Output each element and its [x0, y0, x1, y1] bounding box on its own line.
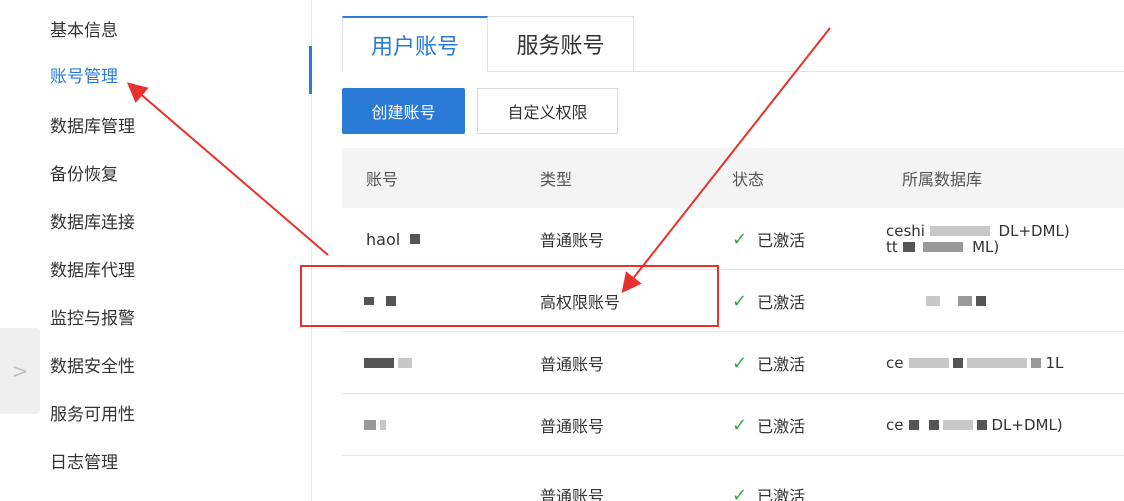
account-cell: haol — [366, 208, 424, 270]
redaction-mask — [976, 296, 986, 306]
redaction-mask — [958, 296, 972, 306]
type-cell: 普通账号 — [540, 417, 605, 436]
type-cell: 普通账号 — [540, 231, 605, 250]
table-header: 账号 类型 状态 所属数据库 — [342, 148, 1124, 208]
sidebar-item-log-management[interactable]: 日志管理 — [50, 448, 118, 473]
annotation-highlight-box — [300, 265, 719, 327]
database-line: tt ML) — [886, 239, 999, 255]
sidebar-item-database-management[interactable]: 数据库管理 — [50, 112, 135, 137]
status-cell: ✓ 已激活 — [732, 394, 805, 456]
check-icon: ✓ — [732, 228, 748, 250]
database-line: ceshi DL+DML) — [886, 223, 1070, 239]
account-cell — [364, 394, 390, 456]
database-cell — [926, 270, 990, 332]
database-permission: 1L — [1045, 354, 1064, 372]
status-text: 已激活 — [757, 231, 806, 250]
redaction-mask — [410, 234, 421, 244]
account-name: haol — [366, 229, 401, 249]
redaction-mask — [1031, 358, 1042, 368]
sidebar: 基本信息 账号管理 数据库管理 备份恢复 数据库连接 数据库代理 监控与报警 数… — [0, 0, 312, 501]
column-header-status: 状态 — [732, 170, 765, 189]
redaction-mask — [967, 358, 1028, 368]
database-permission: DL+DML) — [991, 416, 1063, 434]
status-text: 已激活 — [757, 293, 806, 312]
sidebar-item-account-management[interactable]: 账号管理 — [50, 62, 118, 87]
redaction-mask — [923, 242, 964, 252]
redaction-mask — [929, 420, 940, 430]
sidebar-item-database-proxy[interactable]: 数据库代理 — [50, 256, 135, 281]
column-header-account: 账号 — [366, 170, 399, 189]
sidebar-item-basic-info[interactable]: 基本信息 — [50, 16, 118, 41]
status-cell: ✓ 已激活 — [732, 208, 805, 270]
tab-service-accounts[interactable]: 服务账号 — [488, 16, 634, 72]
redaction-mask — [909, 358, 950, 368]
page: 基本信息 账号管理 数据库管理 备份恢复 数据库连接 数据库代理 监控与报警 数… — [0, 0, 1124, 501]
redaction-mask — [953, 358, 964, 368]
redaction-mask — [380, 420, 386, 430]
redaction-mask — [926, 296, 940, 306]
status-text: 已激活 — [757, 417, 806, 436]
database-permission: DL+DML) — [998, 222, 1070, 240]
status-cell: ✓ 已激活 — [732, 332, 805, 394]
redaction-mask — [943, 420, 974, 430]
table-row[interactable]: 普通账号 ✓ 已激活 ce DL+DML) — [342, 394, 1124, 456]
sidebar-item-database-connection[interactable]: 数据库连接 — [50, 208, 135, 233]
table-row[interactable]: 普通账号 ✓ 已激活 ce 1L — [342, 332, 1124, 394]
status-text: 已激活 — [757, 487, 806, 501]
custom-permissions-button[interactable]: 自定义权限 — [477, 88, 618, 134]
account-tabs: 用户账号 服务账号 — [342, 16, 1124, 72]
sidebar-item-data-security[interactable]: 数据安全性 — [50, 352, 135, 377]
sidebar-collapse-handle[interactable]: > — [0, 328, 40, 414]
check-icon: ✓ — [732, 414, 748, 436]
redaction-mask — [977, 420, 988, 430]
tab-user-accounts[interactable]: 用户账号 — [342, 16, 488, 72]
redaction-mask — [364, 358, 394, 368]
account-cell — [364, 332, 416, 394]
redaction-mask — [902, 242, 915, 252]
sidebar-active-indicator — [309, 46, 312, 94]
database-name: ce — [886, 354, 904, 372]
database-cell: ce DL+DML) — [886, 394, 1063, 456]
database-name: tt — [886, 238, 898, 256]
database-cell: ce 1L — [886, 332, 1063, 394]
database-name: ce — [886, 416, 904, 434]
type-cell: 普通账号 — [540, 487, 605, 501]
check-icon: ✓ — [732, 352, 748, 374]
sidebar-item-backup-restore[interactable]: 备份恢复 — [50, 160, 118, 185]
type-cell: 普通账号 — [540, 355, 605, 374]
sidebar-item-service-availability[interactable]: 服务可用性 — [50, 400, 135, 425]
database-cell: ceshi DL+DML) tt ML) — [886, 208, 1070, 270]
column-header-database: 所属数据库 — [902, 170, 983, 189]
status-text: 已激活 — [757, 355, 806, 374]
column-header-type: 类型 — [540, 170, 573, 189]
status-cell: ✓ 已激活 — [732, 464, 805, 501]
table-row[interactable]: 普通账号 ✓ 已激活 — [342, 456, 1124, 501]
redaction-mask — [929, 226, 990, 236]
chevron-right-icon: > — [11, 359, 29, 383]
redaction-mask — [364, 420, 376, 430]
redaction-mask — [398, 358, 412, 368]
create-account-button[interactable]: 创建账号 — [342, 88, 465, 134]
database-permission: ML) — [972, 238, 1000, 256]
status-cell: ✓ 已激活 — [732, 270, 805, 332]
check-icon: ✓ — [732, 290, 748, 312]
table-row[interactable]: haol 普通账号 ✓ 已激活 ceshi DL+DML) tt ML) — [342, 208, 1124, 270]
redaction-mask — [909, 420, 920, 430]
sidebar-item-monitoring-alerts[interactable]: 监控与报警 — [50, 304, 135, 329]
check-icon: ✓ — [732, 484, 748, 501]
